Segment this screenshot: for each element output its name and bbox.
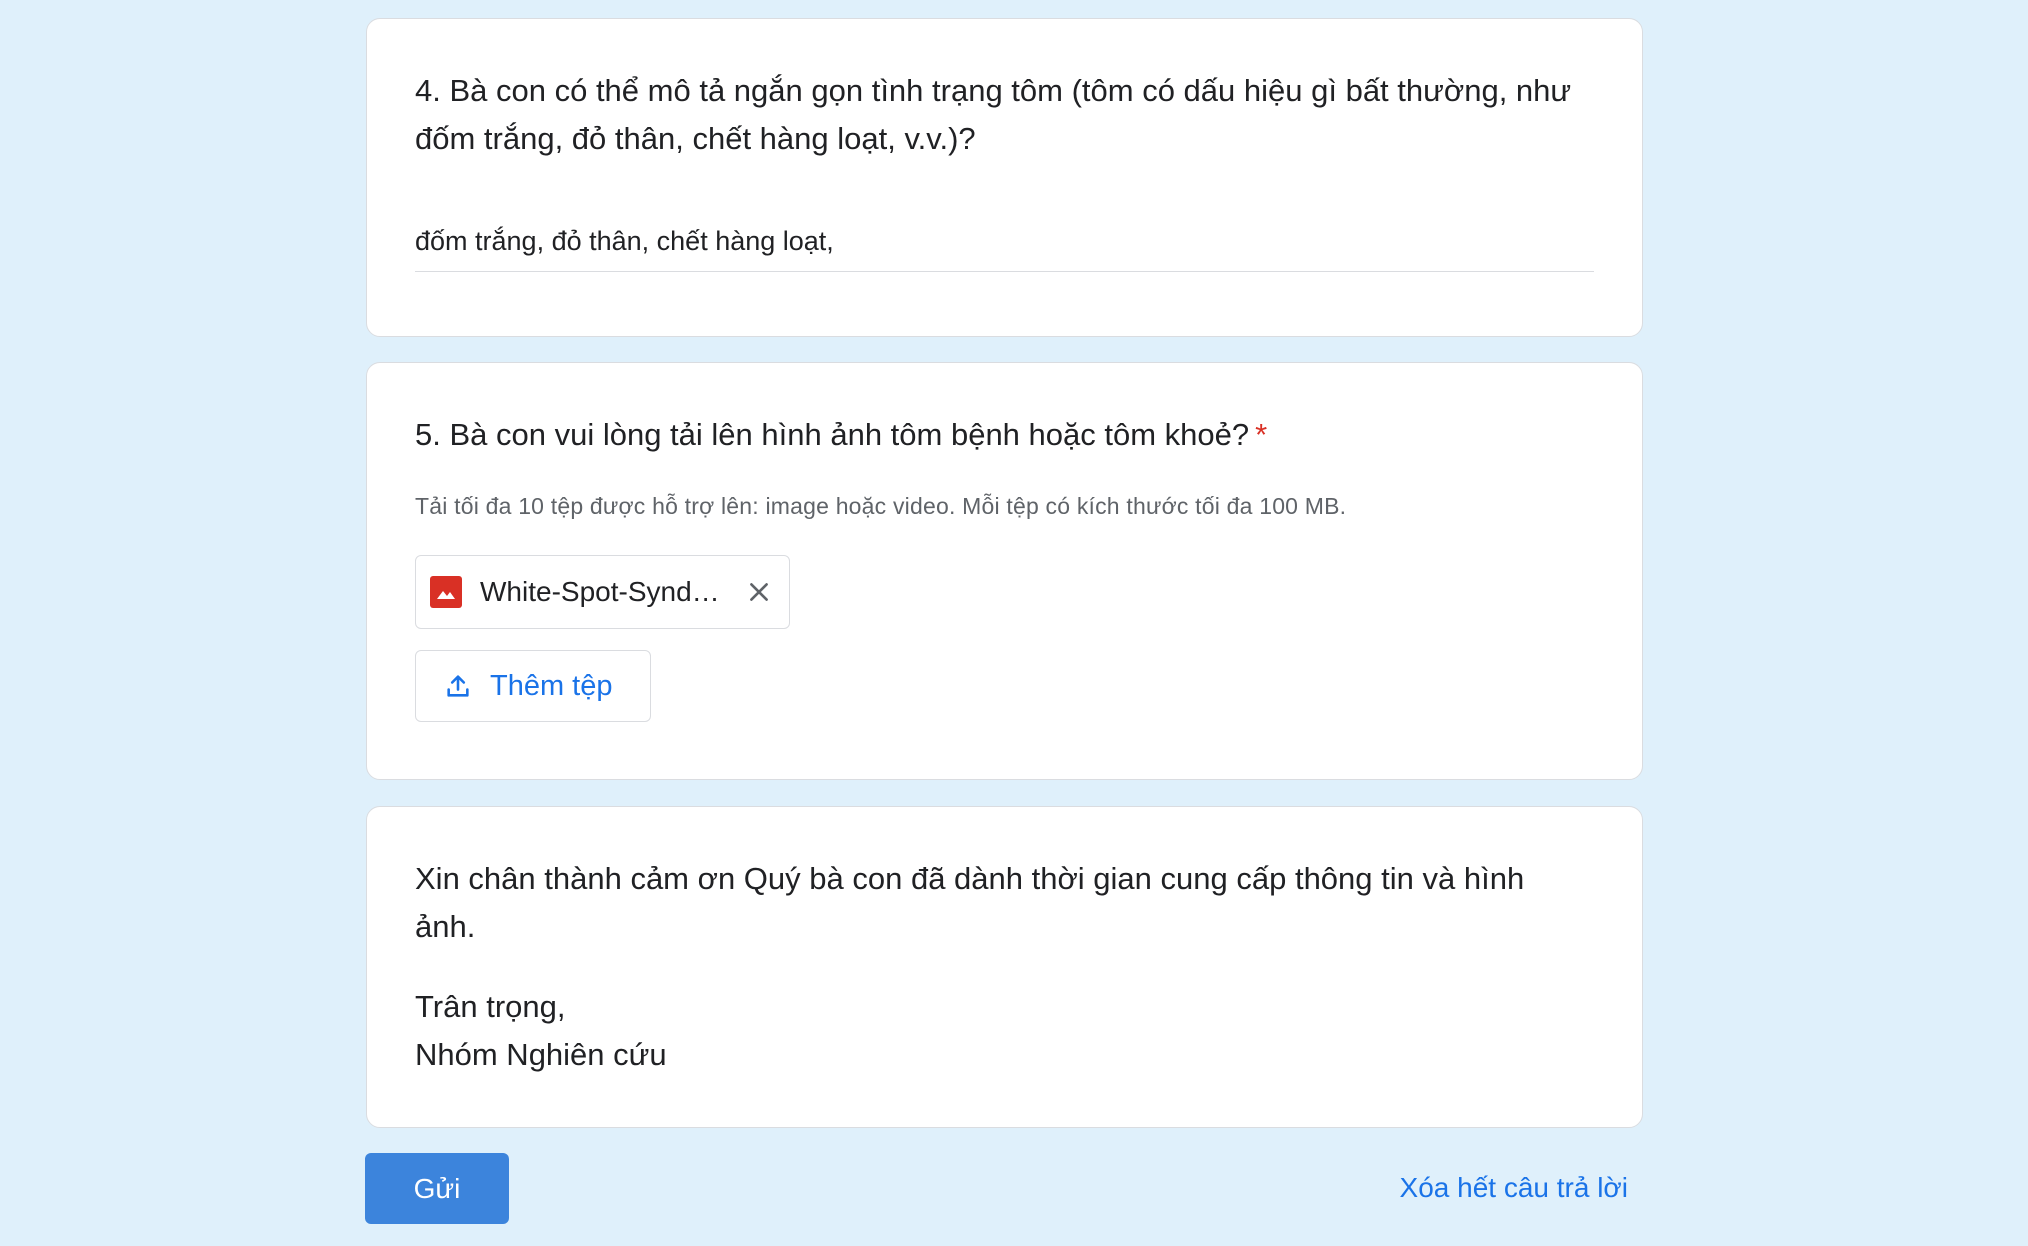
add-file-label: Thêm tệp	[490, 670, 613, 702]
submit-button[interactable]: Gửi	[365, 1153, 509, 1224]
closing-card: Xin chân thành cảm ơn Quý bà con đã dành…	[366, 806, 1643, 1128]
closing-message: Xin chân thành cảm ơn Quý bà con đã dành…	[415, 861, 1525, 944]
uploaded-file-chip[interactable]: White-Spot-Syndr...	[415, 555, 790, 629]
question-5-title-text: 5. Bà con vui lòng tải lên hình ảnh tôm …	[415, 417, 1250, 452]
closing-team: Nhóm Nghiên cứu	[415, 1037, 667, 1072]
closing-signature: Trân trọng, Nhóm Nghiên cứu	[415, 983, 667, 1079]
uploaded-file-name: White-Spot-Syndr...	[480, 576, 720, 607]
clear-form-link[interactable]: Xóa hết câu trả lời	[1400, 1168, 1628, 1208]
question-4-answer-field[interactable]: đốm trắng, đỏ thân, chết hàng loạt,	[415, 221, 1594, 272]
question-5-title: 5. Bà con vui lòng tải lên hình ảnh tôm …	[415, 411, 1594, 459]
question-5-card: 5. Bà con vui lòng tải lên hình ảnh tôm …	[366, 362, 1643, 780]
required-asterisk: *	[1255, 417, 1268, 452]
remove-file-icon[interactable]	[744, 577, 774, 607]
question-4-title: 4. Bà con có thể mô tả ngắn gọn tình trạ…	[415, 73, 1572, 156]
upload-icon	[444, 672, 472, 700]
image-file-icon	[430, 576, 462, 608]
upload-helper-text: Tải tối đa 10 tệp được hỗ trợ lên: image…	[415, 493, 1347, 519]
question-4-card: 4. Bà con có thể mô tả ngắn gọn tình trạ…	[366, 18, 1643, 337]
closing-regards: Trân trọng,	[415, 989, 566, 1024]
add-file-button[interactable]: Thêm tệp	[415, 650, 651, 722]
